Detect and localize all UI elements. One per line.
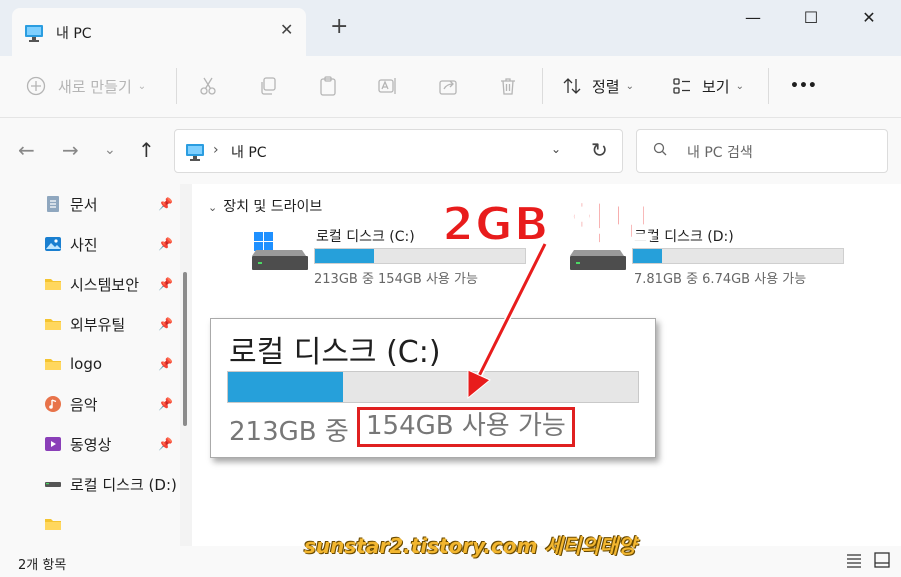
tab-title: 내 PC xyxy=(56,26,92,42)
recent-locations-chevron-icon[interactable]: ⌄ xyxy=(104,142,116,158)
zoom-drive-name: 로컬 디스크 (C:) xyxy=(229,335,441,370)
breadcrumb-this-pc[interactable]: 내 PC xyxy=(231,142,267,162)
sidebar-item-folder[interactable] xyxy=(44,509,180,539)
delete-button[interactable] xyxy=(498,56,518,116)
drive-icon xyxy=(44,475,62,493)
toolbar-divider xyxy=(768,68,769,104)
maximize-button[interactable]: ☐ xyxy=(788,8,834,32)
view-button[interactable]: 보기 ⌄ xyxy=(672,56,744,116)
pin-icon[interactable]: 📌 xyxy=(158,237,173,251)
computer-icon xyxy=(24,24,44,46)
chevron-down-icon: ⌄ xyxy=(735,80,744,92)
group-header-devices[interactable]: ⌄ 장치 및 드라이브 xyxy=(208,196,322,216)
toolbar-divider xyxy=(176,68,177,104)
forward-arrow-icon[interactable]: → xyxy=(62,138,79,162)
zoom-free-space-highlight: 154GB 사용 가능 xyxy=(357,407,575,447)
details-view-icon[interactable] xyxy=(846,552,862,568)
sidebar-item-label: 시스템보안 xyxy=(70,275,140,294)
computer-icon xyxy=(185,143,205,165)
drive-free-space: 213GB 중 154GB 사용 가능 xyxy=(314,272,478,287)
new-button[interactable]: 새로 만들기 ⌄ xyxy=(26,56,146,116)
search-placeholder: 내 PC 검색 xyxy=(687,145,753,161)
copy-button[interactable] xyxy=(258,56,278,116)
rename-icon xyxy=(378,76,398,96)
trash-icon xyxy=(498,76,518,96)
folder-icon xyxy=(44,515,62,533)
search-box[interactable]: 내 PC 검색 xyxy=(636,129,888,173)
sidebar-item-label: 외부유틸 xyxy=(70,315,126,334)
toolbar-divider xyxy=(542,68,543,104)
minimize-button[interactable]: — xyxy=(730,8,776,32)
chevron-down-icon: ⌄ xyxy=(625,80,634,92)
pin-icon[interactable]: 📌 xyxy=(158,357,173,371)
zoom-usage-bar xyxy=(227,371,639,403)
sidebar-item-label: 음악 xyxy=(70,395,98,414)
pictures-icon xyxy=(44,235,62,253)
item-count: 2개 항목 xyxy=(18,558,67,573)
folder-icon xyxy=(44,315,62,333)
share-icon xyxy=(438,76,458,96)
breadcrumb-separator: › xyxy=(213,142,219,158)
music-icon xyxy=(44,395,62,413)
sidebar-item-label: 문서 xyxy=(70,195,98,214)
drive-name: 로컬 디스크 (C:) xyxy=(316,229,415,245)
tab-close-icon[interactable]: ✕ xyxy=(280,20,293,39)
annotation-headline: 2GB 확보 xyxy=(441,196,654,252)
sidebar-item-label: 사진 xyxy=(70,235,98,254)
sidebar-item-label: 로컬 디스크 (D:) xyxy=(70,475,177,494)
tab-this-pc[interactable]: 내 PC ✕ xyxy=(12,8,306,56)
clipboard-icon xyxy=(318,76,338,96)
sidebar-scrollbar[interactable] xyxy=(183,272,187,426)
zoom-usage-fill xyxy=(228,372,343,402)
plus-circle-icon xyxy=(26,76,46,96)
sort-button[interactable]: 정렬 ⌄ xyxy=(562,56,634,116)
close-window-button[interactable]: ✕ xyxy=(846,8,892,32)
document-icon xyxy=(44,195,62,213)
group-header-label: 장치 및 드라이브 xyxy=(223,199,323,215)
chevron-down-icon: ⌄ xyxy=(137,80,147,92)
more-options-button[interactable]: ••• xyxy=(790,56,817,116)
video-icon xyxy=(44,435,62,453)
folder-icon xyxy=(44,275,62,293)
search-icon xyxy=(653,142,667,160)
chevron-down-icon: ⌄ xyxy=(208,201,218,214)
sidebar-item-label: logo xyxy=(70,355,103,373)
view-list-icon xyxy=(672,76,692,96)
title-bar: 내 PC ✕ + — ☐ ✕ xyxy=(0,0,901,56)
pin-icon[interactable]: 📌 xyxy=(158,437,173,451)
copy-icon xyxy=(258,76,278,96)
drive-usage-fill xyxy=(315,249,374,263)
refresh-icon[interactable]: ↻ xyxy=(591,138,608,162)
pin-icon[interactable]: 📌 xyxy=(158,197,173,211)
up-arrow-icon[interactable]: ↑ xyxy=(138,138,155,162)
sort-arrows-icon xyxy=(562,76,582,96)
sidebar-item-label: 동영상 xyxy=(70,435,112,454)
pin-icon[interactable]: 📌 xyxy=(158,277,173,291)
drive-usage-bar xyxy=(632,248,844,264)
address-dropdown-icon[interactable]: ⌄ xyxy=(551,142,561,156)
cut-button[interactable] xyxy=(198,56,218,116)
back-arrow-icon[interactable]: ← xyxy=(18,138,35,162)
tiles-view-icon[interactable] xyxy=(874,552,890,568)
sidebar-item-local-disk-d[interactable]: 로컬 디스크 (D:) xyxy=(44,469,180,499)
pin-icon[interactable]: 📌 xyxy=(158,397,173,411)
sort-button-label: 정렬 xyxy=(592,77,620,96)
new-tab-button[interactable]: + xyxy=(330,16,348,38)
drive-free-space: 7.81GB 중 6.74GB 사용 가능 xyxy=(634,272,807,287)
rename-button[interactable] xyxy=(378,56,398,116)
folder-icon xyxy=(44,355,62,373)
new-button-label: 새로 만들기 xyxy=(58,77,132,96)
scissors-icon xyxy=(198,76,218,96)
share-button[interactable] xyxy=(438,56,458,116)
paste-button[interactable] xyxy=(318,56,338,116)
pin-icon[interactable]: 📌 xyxy=(158,317,173,331)
watermark: sunstar2.tistory.com 세티의태양 xyxy=(304,534,637,558)
zoom-total-capacity: 213GB 중 xyxy=(229,417,349,447)
address-bar[interactable]: › 내 PC ⌄ ↻ xyxy=(174,129,623,173)
windows-drive-icon xyxy=(250,226,310,278)
view-button-label: 보기 xyxy=(702,77,730,96)
zoom-callout: 로컬 디스크 (C:) 213GB 중 154GB 사용 가능 xyxy=(210,318,656,458)
command-bar: 새로 만들기 ⌄ 정렬 ⌄ 보기 ⌄ ••• xyxy=(0,56,901,118)
